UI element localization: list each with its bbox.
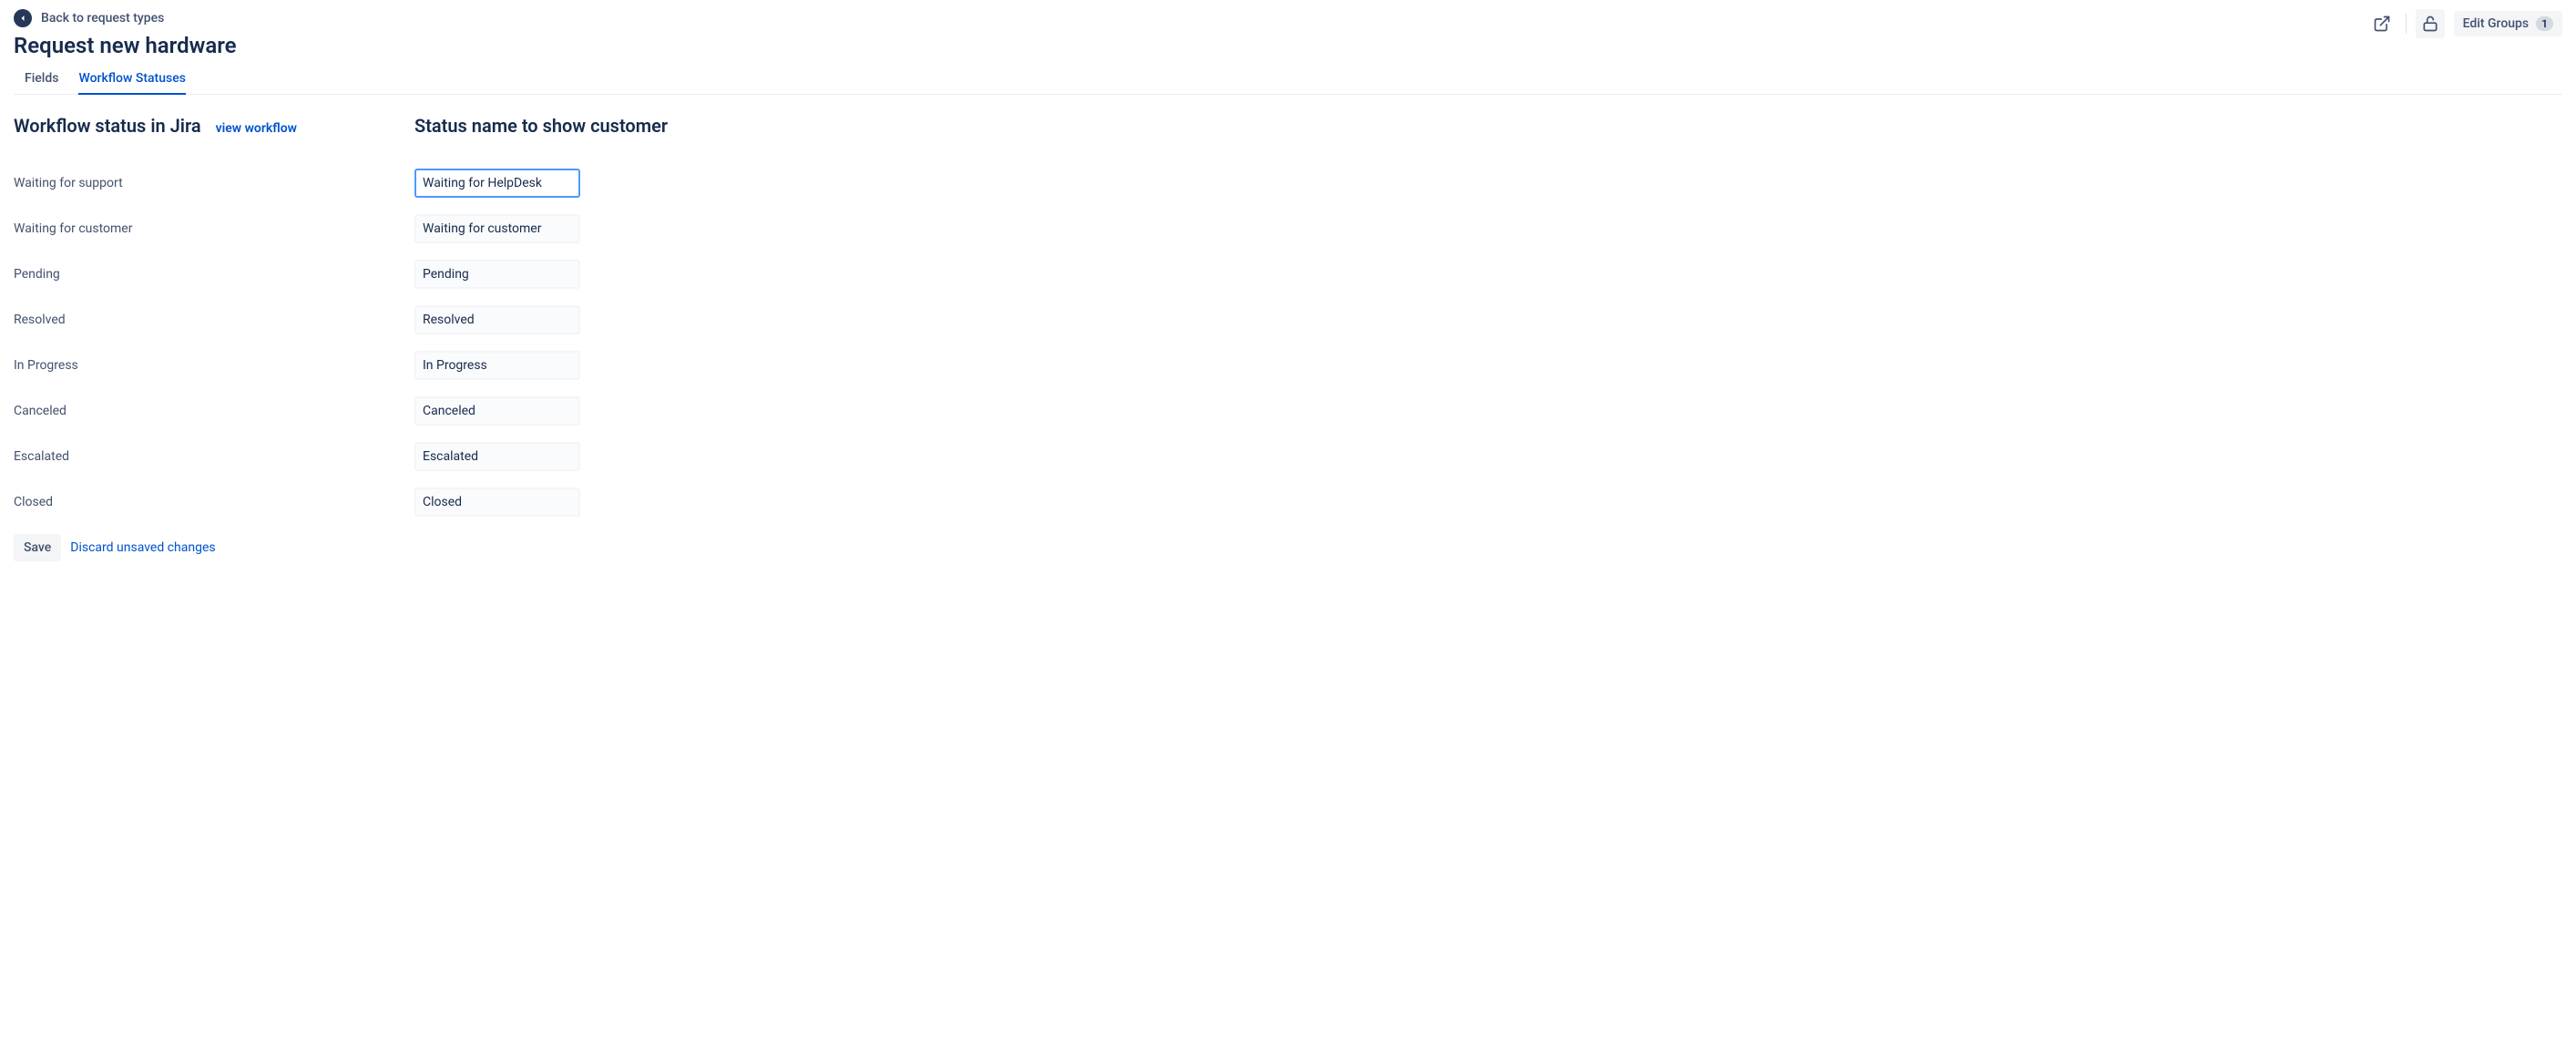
customer-status-input[interactable] [414, 396, 580, 426]
status-label: Closed [14, 495, 53, 509]
edit-groups-count: 1 [2536, 16, 2553, 31]
status-label: Pending [14, 267, 60, 282]
save-button[interactable]: Save [14, 534, 61, 561]
header-actions: Edit Groups 1 [2367, 9, 2562, 38]
status-label: Waiting for customer [14, 221, 132, 236]
status-label: Canceled [14, 404, 66, 418]
lock-icon[interactable] [2416, 9, 2445, 38]
edit-groups-button[interactable]: Edit Groups 1 [2454, 11, 2562, 36]
customer-status-input[interactable] [414, 305, 580, 334]
view-workflow-link[interactable]: view workflow [216, 121, 297, 136]
discard-link[interactable]: Discard unsaved changes [70, 540, 215, 555]
customer-status-input[interactable] [414, 169, 580, 198]
status-label: Escalated [14, 449, 69, 464]
customer-status-input[interactable] [414, 214, 580, 243]
workflow-status-heading: Workflow status in Jira [14, 115, 201, 137]
page-title: Request new hardware [14, 33, 237, 58]
external-link-icon[interactable] [2367, 9, 2397, 38]
customer-status-input[interactable] [414, 351, 580, 380]
customer-status-heading: Status name to show customer [414, 115, 668, 137]
status-label: In Progress [14, 358, 78, 373]
divider [2406, 14, 2407, 34]
tabs: Fields Workflow Statuses [14, 71, 2562, 95]
status-label: Resolved [14, 313, 66, 327]
back-link-label: Back to request types [41, 11, 164, 26]
customer-status-input[interactable] [414, 488, 580, 517]
tab-fields[interactable]: Fields [25, 71, 58, 95]
customer-status-input[interactable] [414, 442, 580, 471]
edit-groups-label: Edit Groups [2463, 16, 2530, 31]
customer-status-input[interactable] [414, 260, 580, 289]
status-label: Waiting for support [14, 176, 123, 190]
tab-workflow-statuses[interactable]: Workflow Statuses [78, 71, 185, 95]
arrow-left-icon [14, 9, 32, 27]
back-link[interactable]: Back to request types [14, 9, 164, 27]
